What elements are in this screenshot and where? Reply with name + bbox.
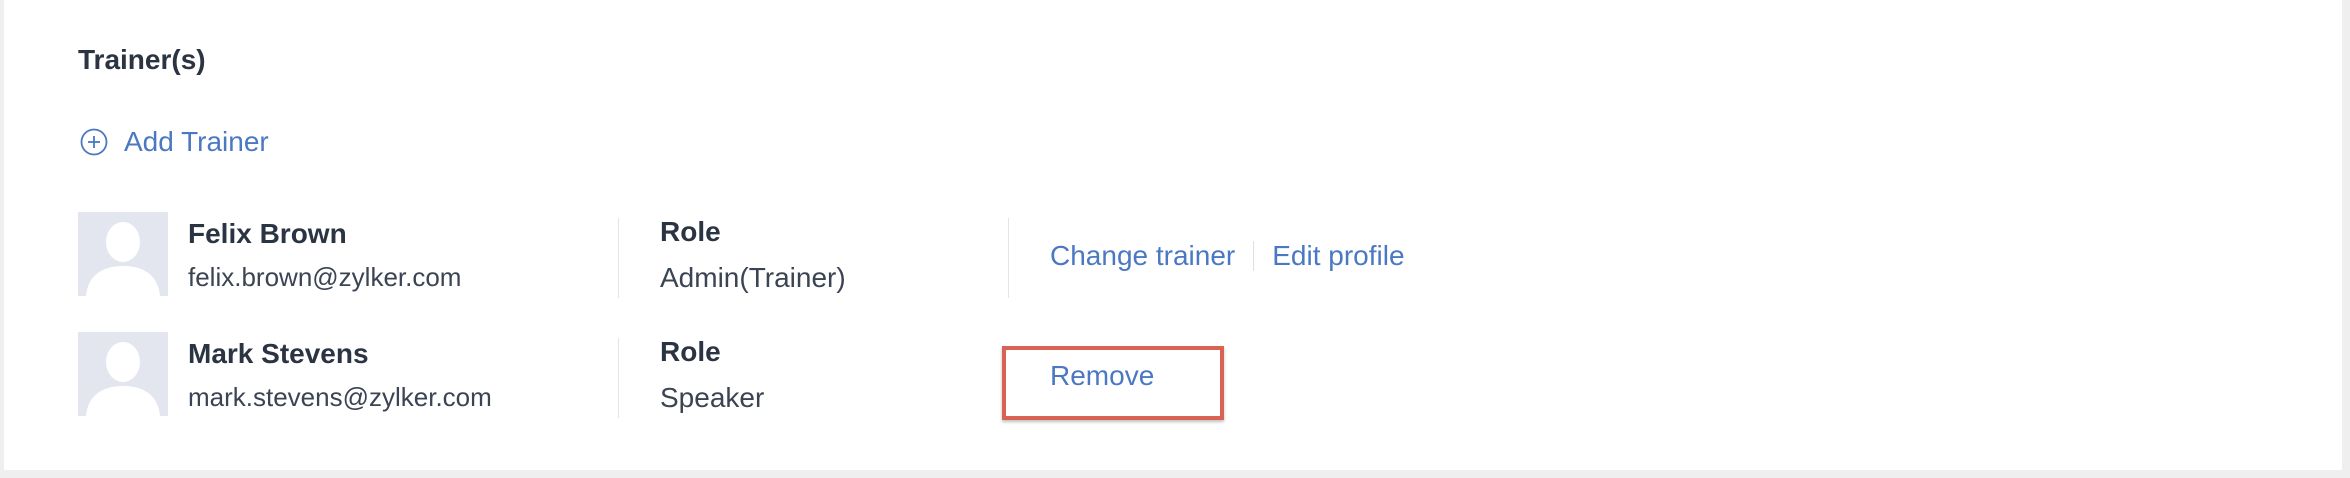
role-value: Speaker <box>660 382 765 413</box>
trainer-row: Felix Brown felix.brown@zylker.com Role … <box>78 212 1578 302</box>
add-trainer-label: Add Trainer <box>124 126 269 157</box>
remove-link[interactable]: Remove <box>1050 360 1154 392</box>
user-silhouette-icon <box>78 212 168 296</box>
trainer-email: mark.stevens@zylker.com <box>188 382 492 412</box>
role-label: Role <box>660 336 721 367</box>
role-label: Role <box>660 216 721 247</box>
role-value: Admin(Trainer) <box>660 262 846 293</box>
column-divider <box>618 218 619 298</box>
action-divider <box>1253 241 1255 271</box>
trainer-actions: Change trainer Edit profile <box>1050 240 1405 272</box>
column-divider <box>1008 218 1009 298</box>
section-title: Trainer(s) <box>78 44 206 75</box>
user-silhouette-icon <box>78 332 168 416</box>
plus-circle-icon <box>80 128 108 156</box>
trainer-row: Mark Stevens mark.stevens@zylker.com Rol… <box>78 332 1578 422</box>
trainer-email: felix.brown@zylker.com <box>188 262 462 292</box>
avatar <box>78 212 168 296</box>
column-divider <box>618 338 619 418</box>
remove-highlight-box: Remove <box>1002 346 1224 420</box>
edit-profile-link[interactable]: Edit profile <box>1272 240 1404 272</box>
trainer-name: Mark Stevens <box>188 338 369 369</box>
add-trainer-button[interactable]: Add Trainer <box>80 126 269 158</box>
avatar <box>78 332 168 416</box>
change-trainer-link[interactable]: Change trainer <box>1050 240 1235 272</box>
trainers-panel: Trainer(s) Add Trainer Felix Brown felix… <box>4 0 2342 470</box>
trainer-name: Felix Brown <box>188 218 347 249</box>
